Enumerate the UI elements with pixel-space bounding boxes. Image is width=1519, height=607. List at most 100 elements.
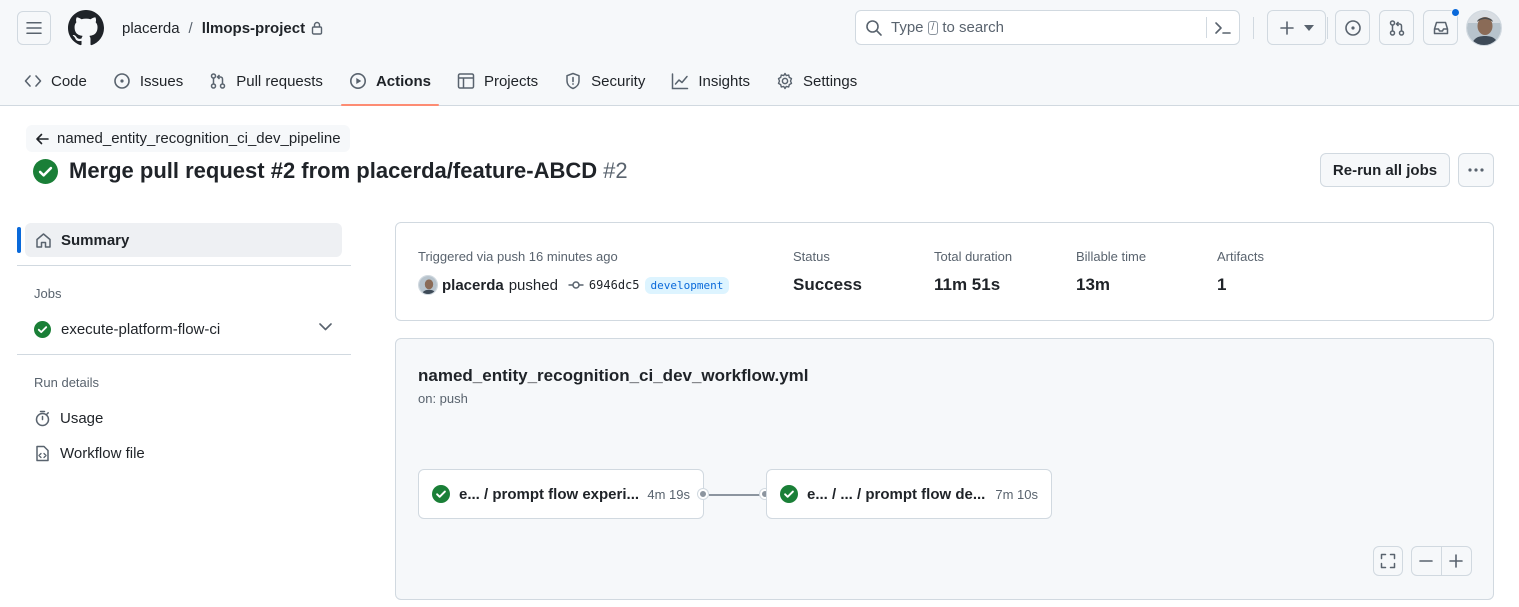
sidebar-item-job[interactable]: execute-platform-flow-ci xyxy=(34,318,334,340)
repo-owner-link[interactable]: placerda xyxy=(122,20,180,37)
rerun-all-jobs-button[interactable]: Re-run all jobs xyxy=(1320,153,1450,187)
inbox-icon xyxy=(1433,21,1448,34)
run-summary-card: Triggered via push 16 minutes ago placer… xyxy=(395,222,1494,321)
arrow-left-icon xyxy=(35,132,49,146)
check-circle-icon xyxy=(33,158,58,184)
stopwatch-icon xyxy=(34,410,51,427)
repo-header: placerda / llmops-project Type / to sear… xyxy=(0,0,1519,106)
screen-full-icon xyxy=(1380,553,1396,569)
workflow-trigger: on: push xyxy=(418,391,468,406)
commit-sha-link[interactable]: 6946dc5 xyxy=(589,278,640,292)
status-value: Success xyxy=(793,275,862,294)
tab-insights[interactable]: Insights xyxy=(663,62,758,100)
back-to-workflow-link[interactable]: named_entity_recognition_ci_dev_pipeline xyxy=(26,125,350,152)
job-output-port xyxy=(698,489,708,499)
zoom-out-button[interactable] xyxy=(1412,547,1442,575)
duration-label: Total duration xyxy=(934,249,1013,264)
sidebar-item-label: Usage xyxy=(60,409,104,427)
billable-label: Billable time xyxy=(1076,249,1147,264)
repo-name-link[interactable]: llmops-project xyxy=(202,20,305,37)
hamburger-icon xyxy=(26,22,42,34)
fullscreen-button[interactable] xyxy=(1373,546,1403,576)
zoom-in-button[interactable] xyxy=(1442,547,1471,575)
user-avatar[interactable] xyxy=(1466,10,1502,46)
jobs-heading: Jobs xyxy=(34,286,62,301)
job-duration: 4m 19s xyxy=(647,486,690,502)
branch-label[interactable]: development xyxy=(644,276,730,294)
actor-avatar[interactable] xyxy=(418,275,438,295)
github-icon xyxy=(68,10,104,46)
tab-label: Pull requests xyxy=(236,72,323,90)
command-palette-icon[interactable] xyxy=(1214,20,1232,36)
shield-icon xyxy=(564,72,582,90)
tab-projects[interactable]: Projects xyxy=(449,62,546,100)
search-divider xyxy=(1206,17,1207,38)
sidebar-item-label: Workflow file xyxy=(60,444,145,462)
job-node[interactable]: e... / ... / prompt flow de... 7m 10s xyxy=(766,469,1052,519)
pull-requests-button[interactable] xyxy=(1379,10,1414,45)
tab-settings[interactable]: Settings xyxy=(768,62,865,100)
sidebar-item-usage[interactable]: Usage xyxy=(34,407,103,429)
zoom-controls xyxy=(1411,546,1472,576)
hamburger-menu-button[interactable] xyxy=(17,11,51,45)
header-divider xyxy=(1327,17,1328,39)
actor-link[interactable]: placerda xyxy=(442,277,504,294)
gear-icon xyxy=(776,72,794,90)
chevron-down-icon[interactable] xyxy=(319,323,332,331)
search-input[interactable]: Type / to search xyxy=(855,10,1240,45)
check-circle-icon xyxy=(780,485,798,503)
job-name: e... / prompt flow experi... xyxy=(459,485,640,503)
minus-icon xyxy=(1419,560,1434,562)
git-commit-icon xyxy=(568,280,584,290)
github-logo[interactable] xyxy=(68,10,104,46)
git-pull-request-icon xyxy=(209,72,227,90)
breadcrumb-separator: / xyxy=(188,19,193,37)
tab-actions[interactable]: Actions xyxy=(340,62,439,106)
search-icon xyxy=(865,19,883,37)
tab-security[interactable]: Security xyxy=(556,62,653,100)
tab-code[interactable]: Code xyxy=(16,62,95,100)
sidebar-item-summary[interactable]: Summary xyxy=(25,223,342,257)
job-duration: 7m 10s xyxy=(995,486,1038,502)
tab-label: Insights xyxy=(698,72,751,90)
search-placeholder-suffix: to search xyxy=(942,19,1005,36)
status-label: Status xyxy=(793,249,830,264)
home-icon xyxy=(35,232,52,249)
triangle-down-icon xyxy=(1304,24,1314,31)
tab-label: Actions xyxy=(375,72,431,90)
tab-pull-requests[interactable]: Pull requests xyxy=(201,62,331,100)
tab-label: Projects xyxy=(483,72,539,90)
trigger-details: placerda pushed 6946dc5 development xyxy=(418,275,730,295)
job-node[interactable]: e... / prompt flow experi... 4m 19s xyxy=(418,469,704,519)
plus-icon xyxy=(1280,20,1294,35)
run-title: Merge pull request #2 from placerda/feat… xyxy=(69,158,598,183)
push-action-text: pushed xyxy=(508,276,558,294)
plus-icon xyxy=(1449,554,1464,568)
active-indicator xyxy=(17,227,21,253)
graph-icon xyxy=(671,72,689,90)
breadcrumb: placerda / llmops-project xyxy=(122,17,323,39)
issue-opened-icon xyxy=(113,72,131,90)
artifacts-label: Artifacts xyxy=(1217,249,1264,264)
create-new-button[interactable] xyxy=(1267,10,1326,45)
tab-issues[interactable]: Issues xyxy=(105,62,191,100)
billable-value[interactable]: 13m xyxy=(1076,275,1110,295)
search-shortcut-key: / xyxy=(927,20,939,35)
workflow-graph: named_entity_recognition_ci_dev_workflow… xyxy=(395,338,1494,600)
issues-button[interactable] xyxy=(1335,10,1370,45)
file-code-icon xyxy=(34,445,51,462)
header-divider xyxy=(1253,17,1254,39)
git-pull-request-icon xyxy=(1389,19,1404,36)
workflow-file-name: named_entity_recognition_ci_dev_workflow… xyxy=(418,366,809,385)
sidebar-item-workflow-file[interactable]: Workflow file xyxy=(34,442,145,464)
table-icon xyxy=(457,72,475,90)
workflow-name: named_entity_recognition_ci_dev_pipeline xyxy=(57,130,341,147)
artifacts-value[interactable]: 1 xyxy=(1217,275,1226,295)
tab-label: Issues xyxy=(139,72,184,90)
sidebar-divider xyxy=(17,265,351,266)
repo-tabs: Code Issues Pull requests Actions Projec… xyxy=(16,62,875,106)
more-options-button[interactable] xyxy=(1458,153,1494,187)
tab-label: Security xyxy=(591,72,646,90)
sidebar-item-label: Summary xyxy=(61,231,130,249)
triggered-label: Triggered via push 16 minutes ago xyxy=(418,249,618,264)
